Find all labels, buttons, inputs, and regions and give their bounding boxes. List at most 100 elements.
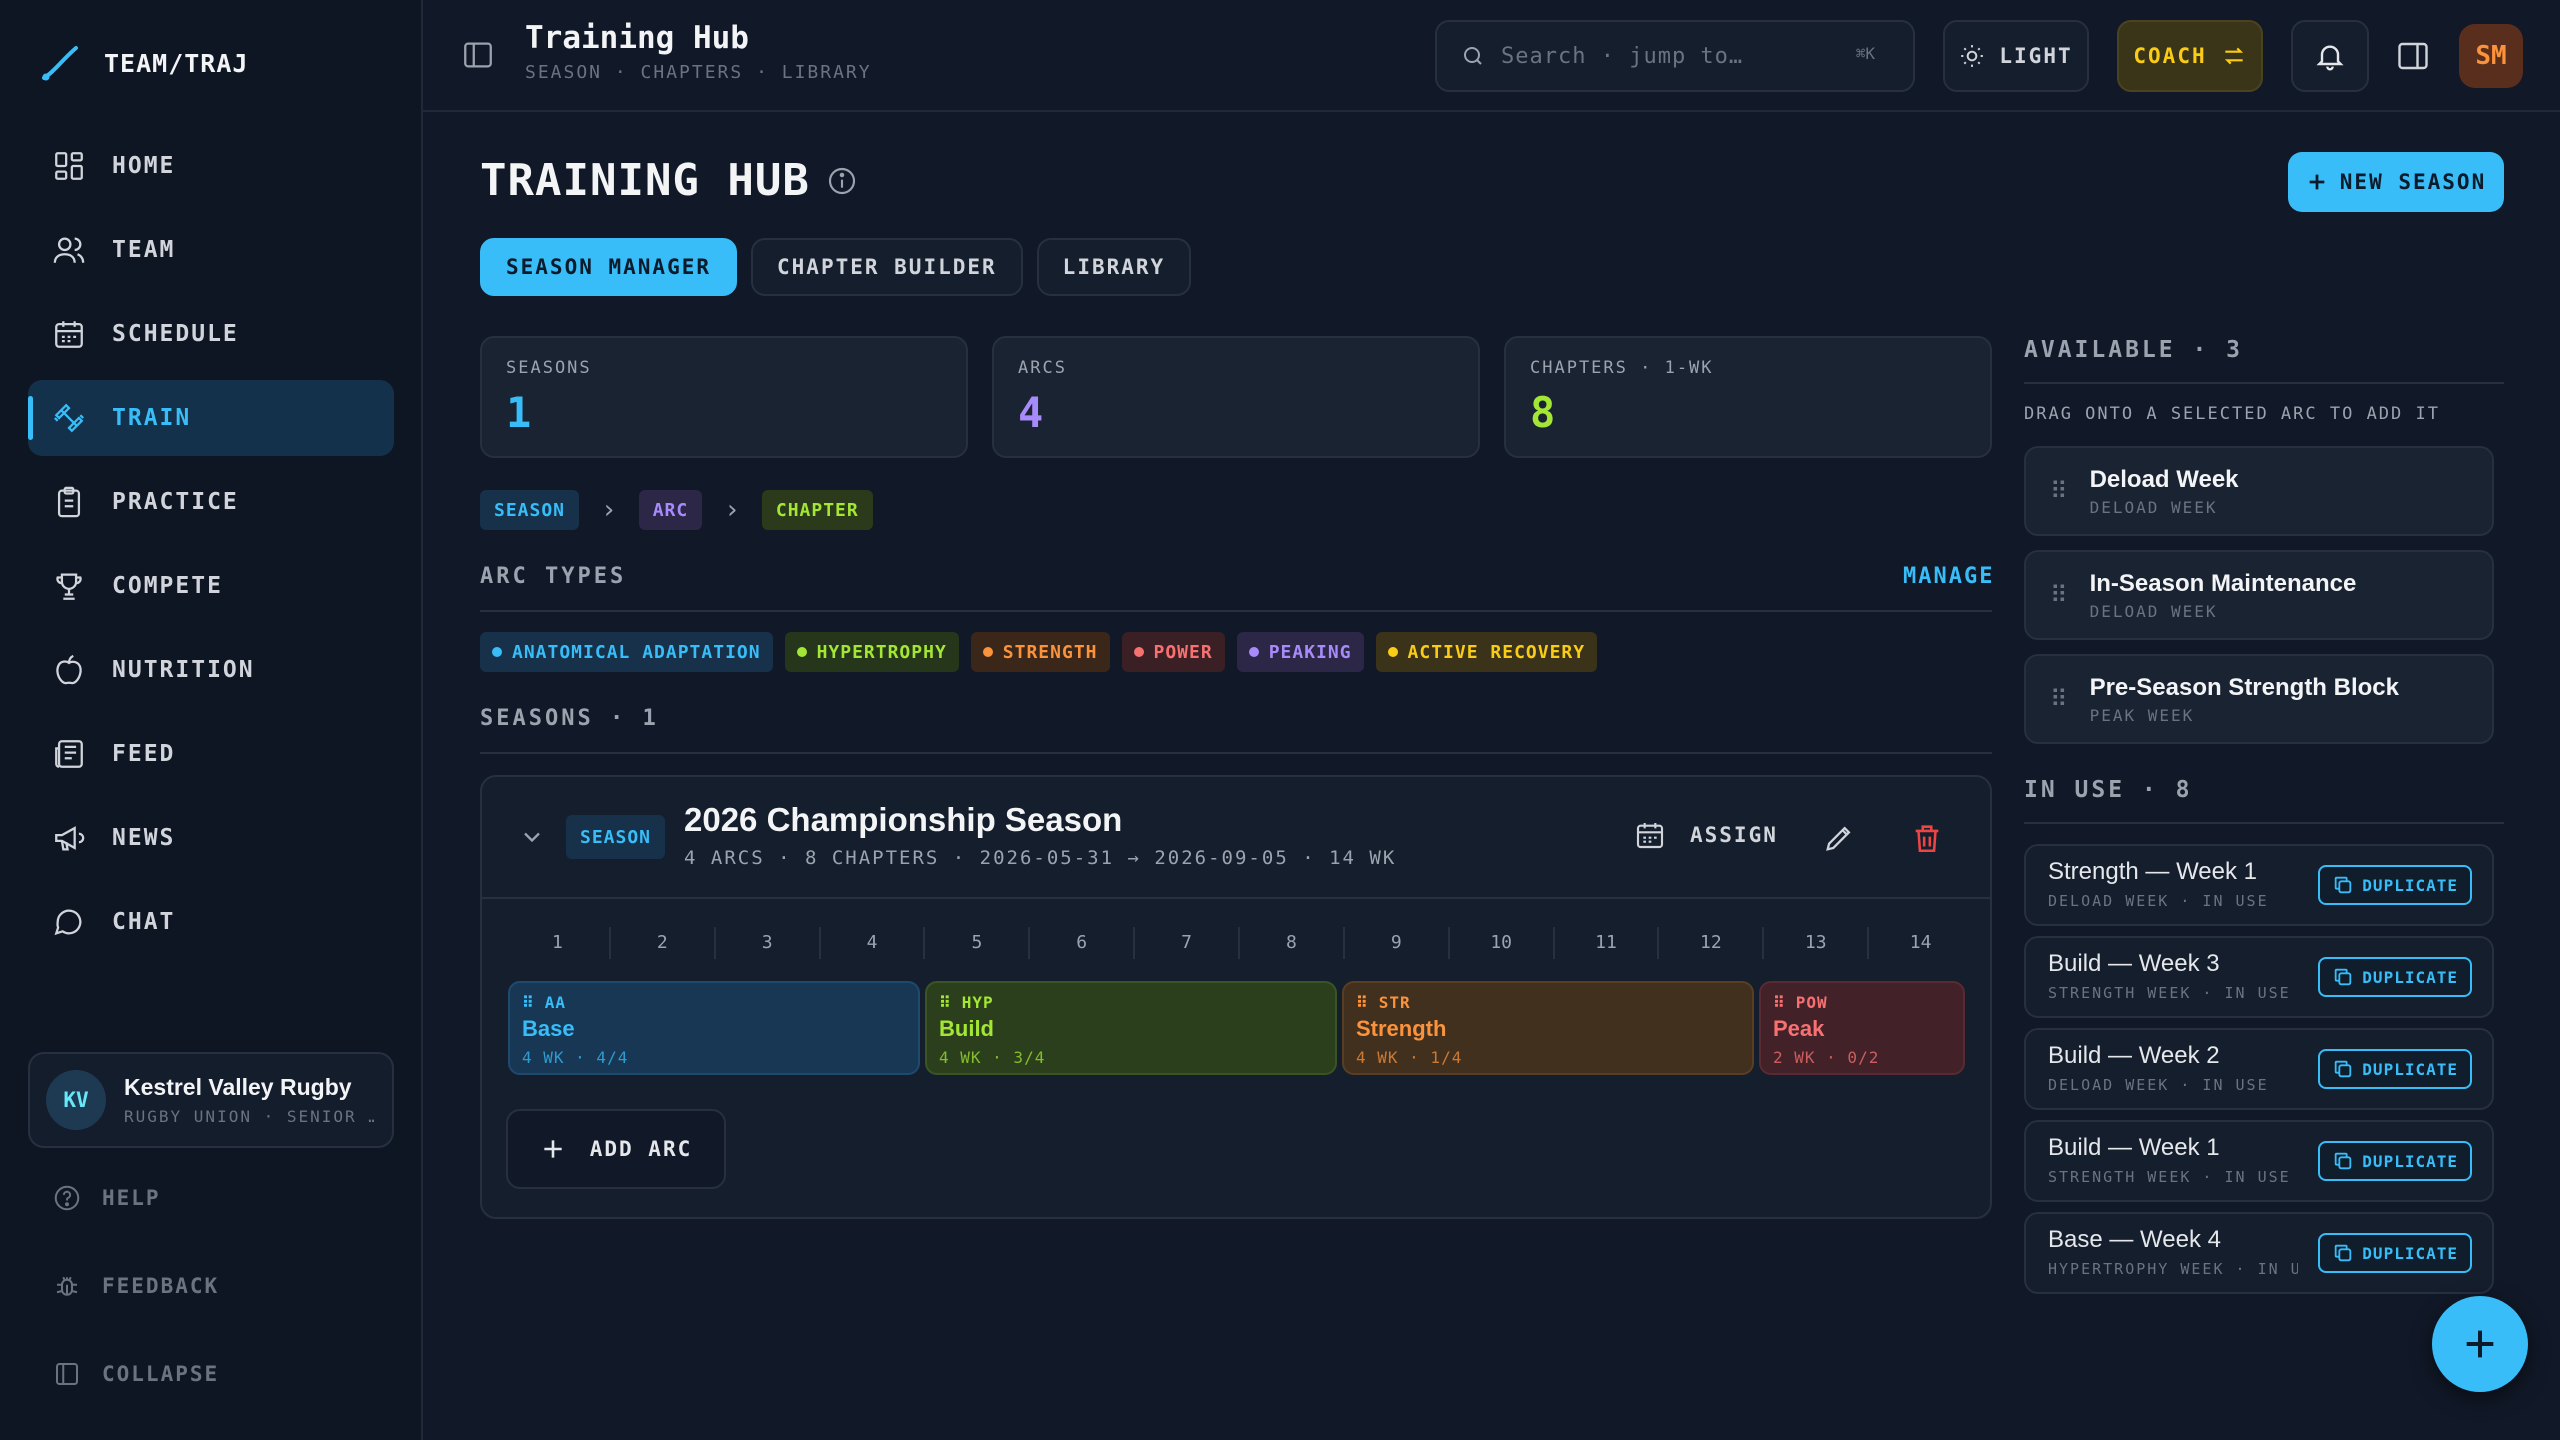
sidebar-item-team[interactable]: TEAM bbox=[28, 212, 394, 288]
sidebar-item-home[interactable]: HOME bbox=[28, 128, 394, 204]
theme-toggle-button[interactable]: LIGHT bbox=[1943, 20, 2089, 92]
chapter-status: STRENGTH WEEK · IN USE bbox=[2048, 984, 2291, 1002]
duplicate-button[interactable]: DUPLICATE bbox=[2318, 865, 2472, 905]
in-use-chapter-card[interactable]: Strength — Week 1 DELOAD WEEK · IN USE D… bbox=[2024, 844, 2494, 926]
sidebar-item-label: SCHEDULE bbox=[112, 321, 239, 347]
in-use-chapter-card[interactable]: Build — Week 3 STRENGTH WEEK · IN USE DU… bbox=[2024, 936, 2494, 1018]
hierarchy-breadcrumb: SEASON › ARC › CHAPTER bbox=[480, 490, 873, 530]
drag-handle-icon[interactable]: ⠿ bbox=[1773, 993, 1786, 1012]
notifications-button[interactable] bbox=[2291, 20, 2369, 92]
available-chapter-card[interactable]: ⠿ In-Season Maintenance DELOAD WEEK bbox=[2024, 550, 2494, 640]
arc-type-chip[interactable]: POWER bbox=[1121, 632, 1225, 672]
user-avatar[interactable]: SM bbox=[2459, 24, 2523, 88]
duplicate-button[interactable]: DUPLICATE bbox=[2318, 1049, 2472, 1089]
role-switch-button[interactable]: COACH bbox=[2117, 20, 2263, 92]
edit-pencil-icon[interactable] bbox=[1822, 821, 1856, 855]
week-number: 11 bbox=[1555, 927, 1660, 959]
sidebar-item-train[interactable]: TRAIN bbox=[28, 380, 394, 456]
floating-add-button[interactable] bbox=[2432, 1296, 2528, 1392]
drag-handle-icon[interactable]: ⠿ bbox=[522, 993, 535, 1012]
divider bbox=[2024, 822, 2504, 824]
feedback-link[interactable]: FEEDBACK bbox=[52, 1271, 219, 1301]
in-use-chapter-card[interactable]: Build — Week 1 STRENGTH WEEK · IN USE DU… bbox=[2024, 1120, 2494, 1202]
users-icon bbox=[52, 233, 86, 267]
arc-block-pow[interactable]: ⠿ POW Peak 2 WK · 0/2 bbox=[1759, 981, 1965, 1075]
chevron-down-icon[interactable] bbox=[518, 823, 546, 851]
add-arc-button[interactable]: ADD ARC bbox=[506, 1109, 726, 1189]
arc-type-chip[interactable]: PEAKING bbox=[1236, 632, 1364, 672]
duplicate-label: DUPLICATE bbox=[2362, 875, 2458, 895]
duplicate-button[interactable]: DUPLICATE bbox=[2318, 957, 2472, 997]
assign-button[interactable]: ASSIGN bbox=[1634, 819, 1778, 851]
season-title: 2026 Championship Season bbox=[684, 801, 1123, 838]
sidebar-item-nutrition[interactable]: NUTRITION bbox=[28, 632, 394, 708]
sidebar-item-feed[interactable]: FEED bbox=[28, 716, 394, 792]
copy-icon bbox=[2332, 1150, 2354, 1172]
hierarchy-arc: ARC bbox=[638, 490, 703, 530]
sidebar-item-compete[interactable]: COMPETE bbox=[28, 548, 394, 624]
arc-type-chip[interactable]: STRENGTH bbox=[970, 632, 1110, 672]
copy-icon bbox=[2332, 1058, 2354, 1080]
tab-chapter-builder[interactable]: CHAPTER BUILDER bbox=[751, 238, 1023, 296]
available-chapter-card[interactable]: ⠿ Pre-Season Strength Block PEAK WEEK bbox=[2024, 654, 2494, 744]
drag-handle-icon[interactable]: ⠿ bbox=[2050, 685, 2068, 713]
drag-handle-icon[interactable]: ⠿ bbox=[2050, 477, 2068, 505]
panel-toggle-icon[interactable] bbox=[2395, 38, 2431, 74]
trash-icon[interactable] bbox=[1910, 821, 1944, 855]
arc-block-aa[interactable]: ⠿ AA Base 4 WK · 4/4 bbox=[508, 981, 920, 1075]
collapse-sidebar-button[interactable]: COLLAPSE bbox=[52, 1359, 219, 1389]
arc-type-chip[interactable]: HYPERTROPHY bbox=[784, 632, 959, 672]
available-chapter-card[interactable]: ⠿ Deload Week DELOAD WEEK bbox=[2024, 446, 2494, 536]
arc-block-str[interactable]: ⠿ STR Strength 4 WK · 1/4 bbox=[1342, 981, 1754, 1075]
info-icon[interactable] bbox=[826, 165, 858, 197]
drag-handle-icon[interactable]: ⠿ bbox=[2050, 581, 2068, 609]
duplicate-button[interactable]: DUPLICATE bbox=[2318, 1233, 2472, 1273]
divider bbox=[480, 610, 1992, 612]
sidebar-item-schedule[interactable]: SCHEDULE bbox=[28, 296, 394, 372]
tab-season-manager[interactable]: SEASON MANAGER bbox=[480, 238, 738, 296]
logo[interactable]: TEAM/TRAJ bbox=[40, 42, 248, 84]
week-number: 1 bbox=[506, 927, 611, 959]
toggle-sidebar-icon[interactable] bbox=[461, 38, 495, 72]
plus-icon bbox=[540, 1136, 566, 1162]
arc-type-label: POWER bbox=[1153, 641, 1213, 663]
arc-type-chip[interactable]: ANATOMICAL ADAPTATION bbox=[480, 632, 773, 672]
feedback-label: FEEDBACK bbox=[102, 1274, 220, 1298]
week-number: 8 bbox=[1240, 927, 1345, 959]
arc-code: STR bbox=[1378, 993, 1411, 1012]
sidebar-item-practice[interactable]: PRACTICE bbox=[28, 464, 394, 540]
divider bbox=[480, 752, 1992, 754]
sidebar-item-news[interactable]: NEWS bbox=[28, 800, 394, 876]
sidebar-item-label: PRACTICE bbox=[112, 489, 239, 515]
arc-block-hyp[interactable]: ⠿ HYP Build 4 WK · 3/4 bbox=[925, 981, 1337, 1075]
season-badge: SEASON bbox=[566, 815, 666, 859]
chapter-title: Pre-Season Strength Block bbox=[2089, 673, 2399, 701]
arc-type-chip[interactable]: ACTIVE RECOVERY bbox=[1375, 632, 1598, 672]
help-link[interactable]: HELP bbox=[52, 1183, 161, 1213]
stat-card-arcs: ARCS 4 bbox=[992, 336, 1480, 458]
duplicate-button[interactable]: DUPLICATE bbox=[2318, 1141, 2472, 1181]
tab-library[interactable]: LIBRARY bbox=[1036, 238, 1192, 296]
week-number: 12 bbox=[1659, 927, 1765, 959]
week-number: 5 bbox=[925, 927, 1031, 959]
bell-icon bbox=[2314, 40, 2346, 72]
sidebar-item-label: TRAIN bbox=[112, 405, 192, 431]
arc-type-label: ACTIVE RECOVERY bbox=[1407, 641, 1586, 663]
in-use-chapter-card[interactable]: Build — Week 2 DELOAD WEEK · IN USE DUPL… bbox=[2024, 1028, 2494, 1110]
manage-arc-types-link[interactable]: MANAGE bbox=[1903, 564, 1994, 589]
in-use-chapter-card[interactable]: Base — Week 4 HYPERTROPHY WEEK · IN U… D… bbox=[2024, 1212, 2494, 1294]
duplicate-label: DUPLICATE bbox=[2362, 1151, 2458, 1171]
new-season-button[interactable]: NEW SEASON bbox=[2288, 152, 2504, 212]
sidebar-item-chat[interactable]: CHAT bbox=[28, 884, 394, 960]
stat-card-chapters: CHAPTERS · 1-WK 8 bbox=[1504, 336, 1992, 458]
drag-handle-icon[interactable]: ⠿ bbox=[939, 993, 952, 1012]
page-title-text: TRAINING HUB bbox=[480, 155, 810, 206]
stat-label: ARCS bbox=[1018, 358, 1067, 378]
week-number: 9 bbox=[1345, 927, 1450, 959]
chapter-title: In-Season Maintenance bbox=[2089, 569, 2357, 597]
collapse-label: COLLAPSE bbox=[102, 1362, 220, 1386]
search-input[interactable]: Search · jump to… ⌘K bbox=[1435, 20, 1915, 92]
team-switcher[interactable]: KV Kestrel Valley Rugby RUGBY UNION · SE… bbox=[28, 1052, 394, 1148]
drag-handle-icon[interactable]: ⠿ bbox=[1356, 993, 1369, 1012]
hierarchy-chapter: CHAPTER bbox=[761, 490, 873, 530]
